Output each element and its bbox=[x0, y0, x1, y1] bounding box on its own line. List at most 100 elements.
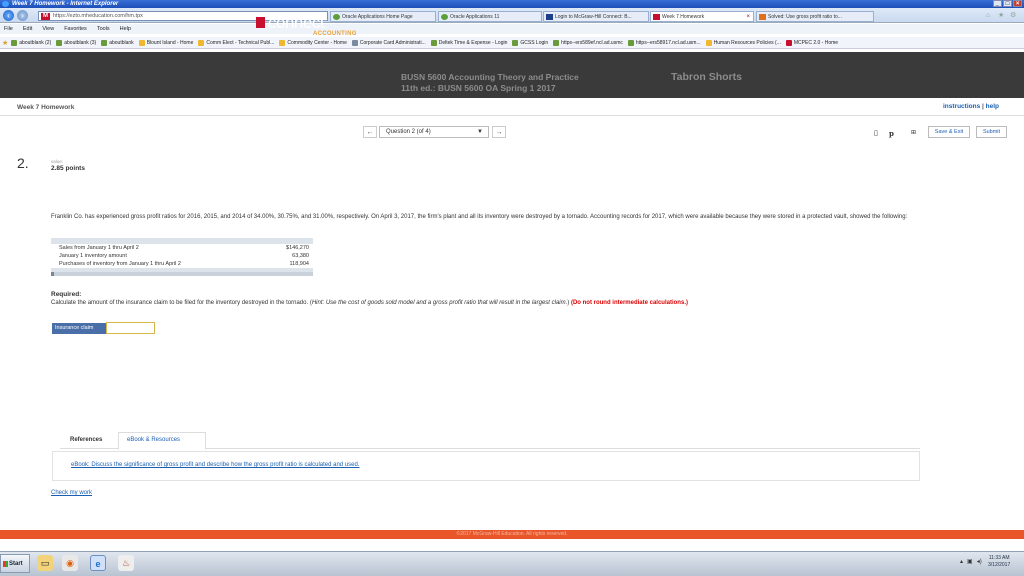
prev-question-button[interactable]: ← bbox=[363, 126, 377, 138]
favorite-label: Blount Island - Home bbox=[146, 39, 194, 46]
menu-help[interactable]: Help bbox=[120, 24, 131, 34]
favorite-label: MCPEC 2.0 - Home bbox=[793, 39, 839, 46]
menu-tools[interactable]: Tools bbox=[97, 24, 110, 34]
scroll-thumb[interactable] bbox=[51, 272, 54, 276]
forward-button[interactable]: › bbox=[17, 10, 28, 21]
gear-icon[interactable]: ⚙ bbox=[1010, 12, 1018, 20]
start-button[interactable]: Start bbox=[0, 554, 30, 573]
menu-view[interactable]: View bbox=[42, 24, 54, 34]
favorite-icon bbox=[198, 39, 205, 46]
minimize-button[interactable]: _ bbox=[993, 0, 1002, 7]
save-exit-button[interactable]: Save & Exit bbox=[928, 126, 970, 138]
media-player-icon[interactable]: ◉ bbox=[62, 555, 78, 571]
favorite-item[interactable]: aboutblank bbox=[101, 39, 134, 46]
menu-file[interactable]: File bbox=[4, 24, 13, 34]
favorite-item[interactable]: Comm Elect - Technical Publ... bbox=[198, 39, 275, 46]
tab-references[interactable]: References bbox=[70, 437, 102, 443]
value-label: value: bbox=[51, 159, 64, 164]
tab-label: Solved: Use gross profit ratio to... bbox=[768, 14, 842, 20]
app-icon[interactable]: ♨ bbox=[118, 555, 134, 571]
tray-arrow-icon[interactable]: ▴ bbox=[960, 558, 963, 565]
course-title: BUSN 5600 Accounting Theory and Practice… bbox=[401, 72, 579, 94]
tab-mcgraw-login[interactable]: Login to McGraw-Hill Connect: B... bbox=[543, 11, 649, 22]
favorite-label: https--ers589ef.ncl.ad.usmc bbox=[561, 39, 623, 46]
favorite-item[interactable]: https--ers589ef.ncl.ad.usmc bbox=[553, 39, 623, 46]
favorite-icon bbox=[11, 39, 18, 46]
favorite-item[interactable]: Blount Island - Home bbox=[138, 39, 194, 46]
favorite-item[interactable]: aboutblank (3) bbox=[56, 39, 96, 46]
back-button[interactable]: ‹ bbox=[3, 10, 14, 21]
favorite-label: https--ers58917.ncl.ad.usm... bbox=[635, 39, 701, 46]
browser-tools: ⌂ ★ ⚙ bbox=[986, 12, 1018, 20]
favorite-icon bbox=[785, 39, 792, 46]
favorite-item[interactable]: GCSS Login bbox=[512, 39, 548, 46]
home-icon[interactable]: ⌂ bbox=[986, 12, 994, 20]
site-favicon: M bbox=[41, 13, 50, 20]
close-window-button[interactable]: × bbox=[1013, 0, 1022, 7]
window-controls: _ □ × bbox=[993, 0, 1022, 7]
question-number: 2. bbox=[17, 155, 29, 171]
problem-text: Franklin Co. has experienced gross profi… bbox=[51, 214, 908, 220]
favorite-item[interactable]: MCPEC 2.0 - Home bbox=[785, 39, 839, 46]
tab-ebook-resources[interactable]: eBook & Resources bbox=[127, 437, 180, 443]
tab-oracle-home[interactable]: Oracle Applications Home Page bbox=[330, 11, 436, 22]
maximize-button[interactable]: □ bbox=[1003, 0, 1012, 7]
question-points: 2.85 points bbox=[51, 165, 85, 172]
internet-explorer-icon[interactable]: e bbox=[90, 555, 106, 571]
address-toolbar: ‹ › M https://ezto.mheducation.com/hm.tp… bbox=[0, 8, 1024, 23]
favorites-star-icon[interactable]: ★ bbox=[2, 39, 8, 47]
next-question-button[interactable]: → bbox=[492, 126, 506, 138]
check-my-work-link[interactable]: Check my work bbox=[51, 490, 92, 496]
menu-edit[interactable]: Edit bbox=[23, 24, 32, 34]
favorite-label: aboutblank bbox=[109, 39, 134, 46]
taskbar-clock[interactable]: 11:33 AM 3/12/2017 bbox=[988, 555, 1010, 569]
tab-label: Week 7 Homework bbox=[662, 14, 705, 20]
brand-name: connect bbox=[268, 13, 325, 32]
clock-time: 11:33 AM bbox=[988, 555, 1010, 561]
tab-week7-homework[interactable]: Week 7 Homework × bbox=[650, 11, 754, 22]
favorite-icon bbox=[279, 39, 286, 46]
favorite-item[interactable]: Deltek Time & Expense - Login bbox=[430, 39, 507, 46]
print-icon[interactable]: p bbox=[889, 129, 894, 138]
ebook-link[interactable]: eBook: Discuss the significance of gross… bbox=[71, 462, 360, 468]
favorites-star-icon[interactable]: ★ bbox=[998, 12, 1006, 20]
tab-icon bbox=[653, 14, 660, 20]
favorite-item[interactable]: aboutblank (2) bbox=[11, 39, 51, 46]
tab-oracle-11[interactable]: Oracle Applications 11 bbox=[438, 11, 542, 22]
submit-button[interactable]: Submit bbox=[976, 126, 1007, 138]
favorite-icon bbox=[138, 39, 145, 46]
favorite-icon bbox=[56, 39, 63, 46]
favorite-item[interactable]: Corporate Card Administrati... bbox=[351, 39, 426, 46]
network-icon[interactable]: ▣ bbox=[967, 558, 973, 565]
table-row: January 1 inventory amount 63,380 bbox=[51, 252, 313, 260]
table-scrollbar[interactable] bbox=[51, 272, 313, 276]
favorite-item[interactable]: Commodity Center - Home bbox=[279, 39, 347, 46]
favorite-icon bbox=[101, 39, 108, 46]
assignment-subheader bbox=[0, 98, 1024, 116]
favorite-label: Comm Elect - Technical Publ... bbox=[206, 39, 275, 46]
calculator-icon[interactable]: ⊞ bbox=[911, 129, 916, 136]
instruction-hint: Hint: Use the cost of goods sold model a… bbox=[311, 300, 568, 306]
table-row: Purchases of inventory from January 1 th… bbox=[51, 260, 313, 268]
help-link[interactable]: help bbox=[986, 103, 999, 110]
favorite-label: Human Resources Policies (... bbox=[713, 39, 781, 46]
menu-bar: File Edit View Favorites Tools Help bbox=[0, 24, 1024, 34]
tab-icon bbox=[759, 14, 766, 20]
volume-icon[interactable]: ◂) bbox=[977, 558, 982, 565]
favorite-item[interactable]: Human Resources Policies (... bbox=[705, 39, 781, 46]
flag-icon[interactable]: ▯ bbox=[874, 129, 878, 137]
menu-favorites[interactable]: Favorites bbox=[64, 24, 87, 34]
insurance-claim-input[interactable] bbox=[106, 322, 155, 334]
question-select[interactable]: Question 2 (of 4) ▼ bbox=[379, 126, 489, 138]
file-explorer-icon[interactable]: ▭ bbox=[37, 555, 53, 571]
window-title-bar: Week 7 Homework - Internet Explorer _ □ … bbox=[0, 0, 1024, 8]
favorite-item[interactable]: https--ers58917.ncl.ad.usm... bbox=[627, 39, 701, 46]
page-bottom bbox=[0, 539, 1024, 551]
tab-icon bbox=[333, 14, 340, 20]
row-label: January 1 inventory amount bbox=[59, 253, 127, 259]
instructions-link[interactable]: instructions bbox=[943, 103, 980, 110]
favorite-icon bbox=[553, 39, 560, 46]
tab-label: Oracle Applications 11 bbox=[450, 14, 500, 20]
tab-solved[interactable]: Solved: Use gross profit ratio to... bbox=[756, 11, 874, 22]
close-tab-icon[interactable]: × bbox=[746, 12, 750, 21]
